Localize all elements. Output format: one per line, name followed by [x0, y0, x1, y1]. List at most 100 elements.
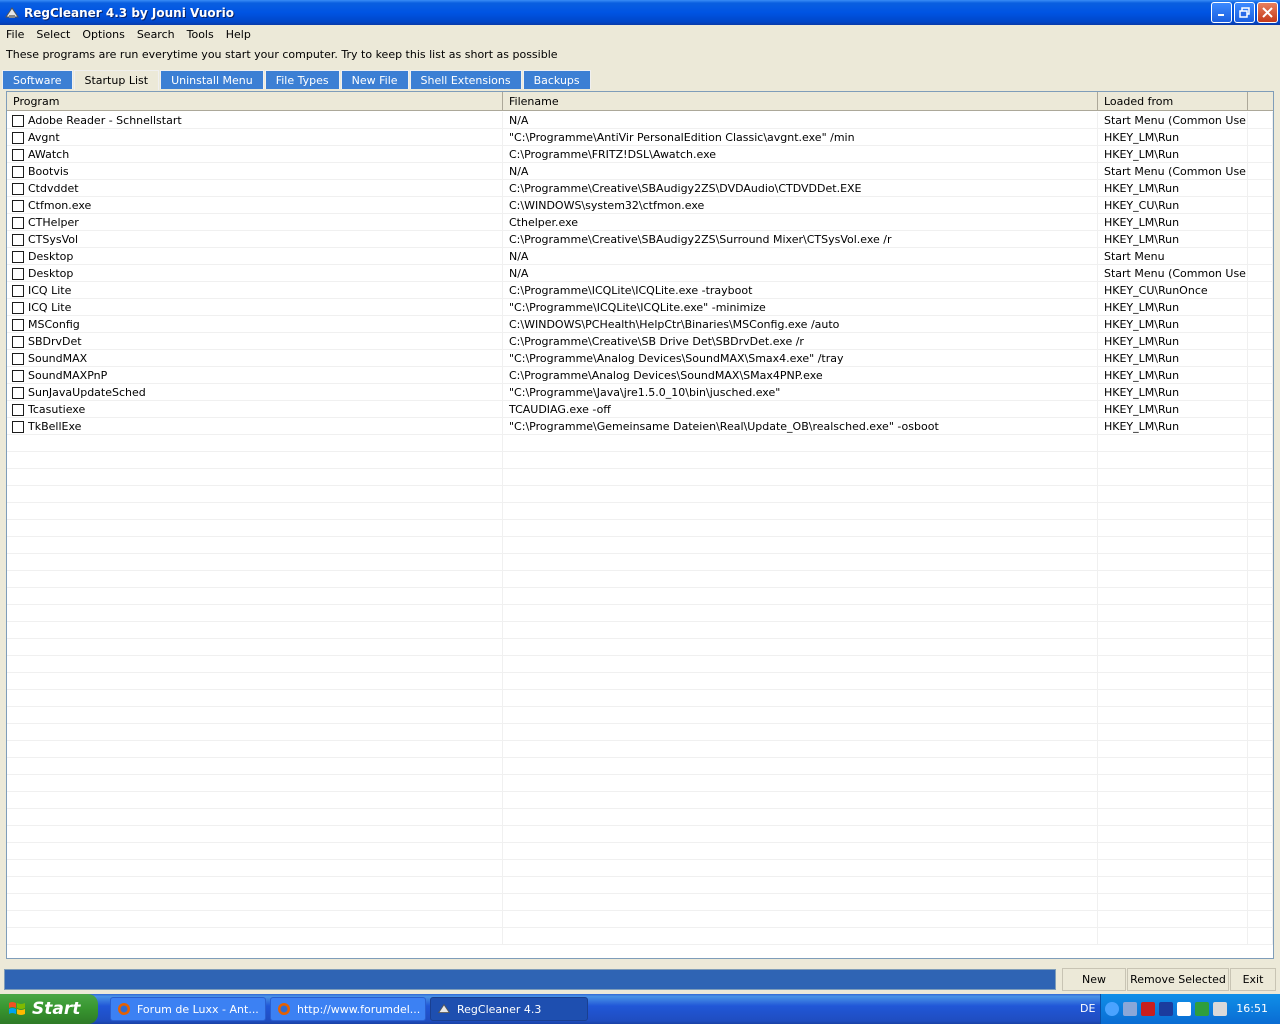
tab-software[interactable]: Software [2, 70, 73, 89]
menu-select[interactable]: Select [30, 28, 76, 41]
remove-selected-button[interactable]: Remove Selected [1127, 968, 1229, 991]
menu-tools[interactable]: Tools [181, 28, 220, 41]
column-header-program[interactable]: Program [7, 92, 503, 111]
cell-filename [503, 826, 1098, 843]
cell-spacer [1248, 299, 1273, 316]
tab-uninstall-menu[interactable]: Uninstall Menu [160, 70, 264, 89]
table-row[interactable]: SoundMAX "C:\Programme\Analog Devices\Sou… [7, 350, 1273, 367]
tab-new-file[interactable]: New File [340, 70, 409, 89]
fritzdsl-icon[interactable] [1195, 1002, 1209, 1016]
table-row[interactable]: CTHelper Cthelper.exe HKEY_LM\Run [7, 214, 1273, 231]
cell-program: ICQ Lite [7, 299, 503, 316]
row-checkbox[interactable] [12, 182, 24, 195]
exit-button[interactable]: Exit [1230, 968, 1276, 991]
taskbar-item-forumdeluxx-url[interactable]: http://www.forumdel... [270, 997, 426, 1021]
row-checkbox[interactable] [12, 386, 24, 399]
row-checkbox[interactable] [12, 301, 24, 314]
title-bar[interactable]: RegCleaner 4.3 by Jouni Vuorio [0, 0, 1280, 25]
table-row[interactable]: Ctfmon.exe C:\WINDOWS\system32\ctfmon.exe… [7, 197, 1273, 214]
startup-list-view[interactable]: Program Filename Loaded from Adobe Reade… [6, 91, 1274, 959]
table-row[interactable]: SunJavaUpdateSched "C:\Programme\Java\jre… [7, 384, 1273, 401]
tray-expand-icon[interactable] [1105, 1002, 1119, 1016]
table-row[interactable]: Bootvis N/A Start Menu (Common User) [7, 163, 1273, 180]
new-button[interactable]: New [1062, 968, 1126, 991]
row-checkbox[interactable] [12, 335, 24, 348]
cell-filename: C:\Programme\FRITZ!DSL\Awatch.exe [503, 146, 1098, 163]
cell-filename [503, 860, 1098, 877]
start-button[interactable]: Start [0, 994, 98, 1024]
row-checkbox[interactable] [12, 267, 24, 280]
row-checkbox[interactable] [12, 233, 24, 246]
cell-filename [503, 792, 1098, 809]
cell-loaded-from: HKEY_LM\Run [1098, 367, 1248, 384]
row-checkbox[interactable] [12, 352, 24, 365]
row-checkbox[interactable] [12, 216, 24, 229]
table-row[interactable]: Ctdvddet C:\Programme\Creative\SBAudigy2Z… [7, 180, 1273, 197]
cell-filename: "C:\Programme\Java\jre1.5.0_10\bin\jusch… [503, 384, 1098, 401]
cell-program: Ctfmon.exe [7, 197, 503, 214]
row-checkbox[interactable] [12, 199, 24, 212]
taskbar-item-regcleaner[interactable]: RegCleaner 4.3 [430, 997, 588, 1021]
cell-program: Tcasutiexe [7, 401, 503, 418]
row-checkbox[interactable] [12, 165, 24, 178]
cell-spacer [1248, 554, 1273, 571]
row-checkbox[interactable] [12, 403, 24, 416]
monitor-icon[interactable] [1159, 1002, 1173, 1016]
program-name: ICQ Lite [28, 284, 72, 297]
table-row[interactable]: MSConfig C:\WINDOWS\PCHealth\HelpCtr\Bina… [7, 316, 1273, 333]
menu-options[interactable]: Options [76, 28, 130, 41]
menu-search[interactable]: Search [131, 28, 181, 41]
cell-spacer [1248, 520, 1273, 537]
table-row[interactable]: Avgnt "C:\Programme\AntiVir PersonalEditi… [7, 129, 1273, 146]
table-row[interactable]: AWatch C:\Programme\FRITZ!DSL\Awatch.exe H… [7, 146, 1273, 163]
menu-file[interactable]: File [0, 28, 30, 41]
tab-shell-extensions[interactable]: Shell Extensions [409, 70, 522, 89]
table-row[interactable]: Desktop N/A Start Menu (Common User) [7, 265, 1273, 282]
language-indicator[interactable]: DE [1080, 1002, 1095, 1015]
antivir-icon[interactable] [1213, 1002, 1227, 1016]
menu-help[interactable]: Help [220, 28, 257, 41]
table-row[interactable]: ICQ Lite "C:\Programme\ICQLite\ICQLite.ex… [7, 299, 1273, 316]
tab-backups[interactable]: Backups [522, 70, 591, 89]
row-checkbox[interactable] [12, 318, 24, 331]
tab-startup-list[interactable]: Startup List [73, 70, 160, 90]
row-checkbox[interactable] [12, 420, 24, 433]
table-row[interactable]: Adobe Reader - Schnellstart N/A Start Menu… [7, 112, 1273, 129]
close-button[interactable] [1257, 2, 1278, 23]
network-icon[interactable] [1123, 1002, 1137, 1016]
cell-filename [503, 911, 1098, 928]
taskbar-item-forum-de-luxx[interactable]: Forum de Luxx - Ant... [110, 997, 266, 1021]
cell-program [7, 894, 503, 911]
row-checkbox[interactable] [12, 284, 24, 297]
row-checkbox[interactable] [12, 369, 24, 382]
cell-loaded-from [1098, 673, 1248, 690]
row-checkbox[interactable] [12, 250, 24, 263]
table-row[interactable]: SoundMAXPnP C:\Programme\Analog Devices\S… [7, 367, 1273, 384]
table-row[interactable]: Tcasutiexe TCAUDIAG.exe -off HKEY_LM\Run [7, 401, 1273, 418]
cell-program: MSConfig [7, 316, 503, 333]
cell-program [7, 656, 503, 673]
cell-loaded-from: Start Menu (Common User) [1098, 163, 1248, 180]
restore-button[interactable] [1234, 2, 1255, 23]
minimize-button[interactable] [1211, 2, 1232, 23]
cell-program: Bootvis [7, 163, 503, 180]
cell-spacer [1248, 622, 1273, 639]
column-header-loaded-from[interactable]: Loaded from [1098, 92, 1248, 111]
row-checkbox[interactable] [12, 131, 24, 144]
row-checkbox[interactable] [12, 148, 24, 161]
tab-file-types[interactable]: File Types [264, 70, 340, 89]
cell-loaded-from [1098, 656, 1248, 673]
media-play-icon[interactable] [1177, 1002, 1191, 1016]
cell-program [7, 554, 503, 571]
startup-hint-text: These programs are run everytime you sta… [6, 48, 558, 61]
table-row[interactable]: Desktop N/A Start Menu [7, 248, 1273, 265]
ati-icon[interactable] [1141, 1002, 1155, 1016]
column-header-filename[interactable]: Filename [503, 92, 1098, 111]
table-row[interactable]: CTSysVol C:\Programme\Creative\SBAudigy2Z… [7, 231, 1273, 248]
cell-filename: C:\WINDOWS\PCHealth\HelpCtr\Binaries\MSC… [503, 316, 1098, 333]
table-row[interactable]: ICQ Lite C:\Programme\ICQLite\ICQLite.exe… [7, 282, 1273, 299]
row-checkbox[interactable] [12, 114, 24, 127]
table-row[interactable]: SBDrvDet C:\Programme\Creative\SB Drive D… [7, 333, 1273, 350]
cell-loaded-from [1098, 605, 1248, 622]
table-row[interactable]: TkBellExe "C:\Programme\Gemeinsame Dateie… [7, 418, 1273, 435]
